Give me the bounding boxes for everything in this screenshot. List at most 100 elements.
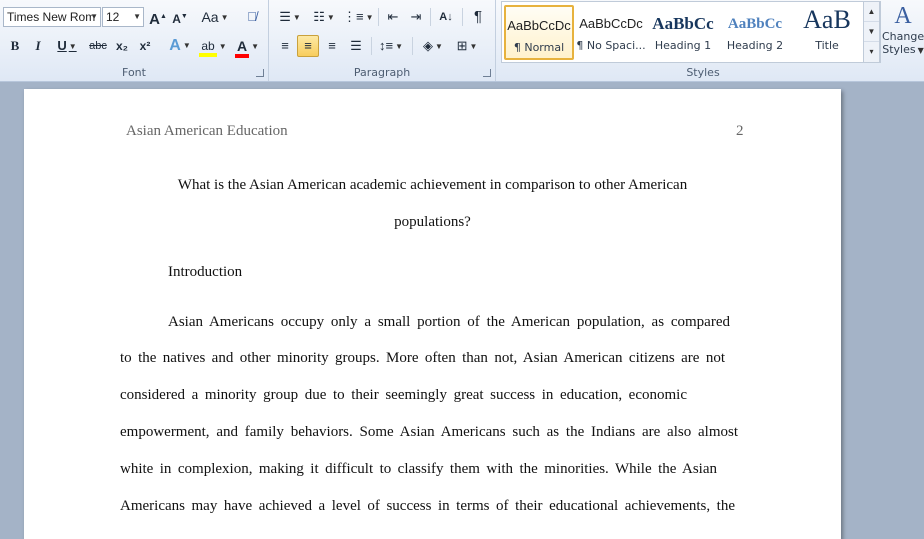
styles-gallery-scroll: ▲ ▼ ▾ [863, 1, 880, 63]
increase-indent-button[interactable]: ⇥ [406, 6, 426, 28]
document-page[interactable]: Asian American Education 2 What is the A… [24, 89, 841, 539]
align-center-icon: ≡ [304, 38, 312, 53]
multilevel-list-icon: ⋮≡ [343, 9, 364, 24]
styles-gallery: AaBbCcDc ¶ Normal AaBbCcDc ¶ No Spaci...… [501, 1, 881, 63]
grow-font-button[interactable]: A▲ [148, 6, 168, 28]
font-size-value: 12 [106, 10, 120, 24]
change-styles-button[interactable]: A Change Styles ▼ [882, 2, 924, 64]
strikethrough-button[interactable]: abc [87, 35, 109, 57]
style-normal[interactable]: AaBbCcDc ¶ Normal [504, 5, 574, 60]
style-sample: AaBbCcDc [579, 16, 643, 31]
change-case-button[interactable]: Aa ▼ [200, 6, 230, 28]
paragraph-line: Americans may have achieved a level of s… [120, 498, 735, 514]
style-sample: AaBbCc [652, 14, 714, 33]
bullets-button[interactable]: ☰ ▼ [275, 6, 305, 28]
superscript-button[interactable]: x² [135, 35, 155, 57]
text-effects-icon: A [169, 37, 181, 55]
underline-button[interactable]: U ▼ [52, 35, 82, 57]
separator [430, 8, 431, 26]
font-color-button[interactable]: A ▼ [232, 35, 262, 58]
align-right-icon: ≡ [328, 38, 336, 53]
strikethrough-label: abc [89, 40, 107, 52]
sort-icon: A↓ [439, 11, 453, 23]
change-styles-label-line1: Change [882, 30, 924, 43]
gallery-down-icon[interactable]: ▼ [864, 22, 879, 42]
chevron-down-icon: ▼ [251, 42, 260, 52]
gallery-more-icon[interactable]: ▾ [864, 42, 879, 62]
paint-bucket-icon: ◈ [423, 38, 434, 53]
change-styles-label-line2-wrap: Styles ▼ [882, 43, 924, 56]
shrink-font-label: A [172, 12, 181, 26]
style-heading-2[interactable]: AaBbCc Heading 2 [720, 5, 790, 60]
bold-label: B [10, 38, 20, 53]
justify-button[interactable]: ☰ [345, 35, 367, 57]
chevron-down-icon: ▼ [917, 45, 924, 55]
font-group: Times New Rom ▼ 12 ▼ A▲ A▼ Aa ▼ Ａ̸ B I U ▼… [0, 0, 269, 81]
clear-formatting-button[interactable]: Ａ̸ [241, 6, 263, 28]
dialog-launcher-icon[interactable] [256, 69, 264, 77]
decrease-indent-icon: ⇤ [387, 9, 399, 24]
line-spacing-icon: ↕≡ [378, 38, 394, 53]
style-name: Heading 1 [654, 39, 712, 52]
change-case-label: Aa [201, 9, 219, 25]
underline-label: U [57, 38, 67, 53]
paragraph-line: Asian Americans occupy only a small port… [168, 314, 730, 330]
paragraph-line: to the natives and other minority groups… [120, 350, 725, 366]
separator [378, 8, 379, 26]
chevron-down-icon: ▼ [68, 41, 77, 51]
style-sample: AaB [803, 5, 851, 34]
borders-button[interactable]: ⊞ ▼ [452, 35, 482, 57]
chevron-down-icon: ▼ [326, 12, 335, 22]
style-name: ¶ Normal [513, 41, 565, 54]
font-family-value: Times New Rom [7, 10, 96, 24]
chevron-down-icon: ▼ [292, 12, 301, 22]
clear-formatting-icon: Ａ̸ [247, 9, 257, 24]
decrease-indent-button[interactable]: ⇤ [383, 6, 403, 28]
shading-button[interactable]: ◈ ▼ [418, 35, 448, 57]
font-size-combo[interactable]: 12 ▼ [102, 7, 144, 27]
dialog-launcher-icon[interactable] [483, 69, 491, 77]
separator [412, 37, 413, 55]
chevron-down-icon: ▼ [182, 41, 191, 50]
align-right-button[interactable]: ≡ [321, 35, 343, 57]
highlight-button[interactable]: ab ▼ [198, 35, 228, 57]
increase-indent-icon: ⇥ [410, 9, 422, 24]
align-center-button[interactable]: ≡ [297, 35, 319, 57]
ribbon: Times New Rom ▼ 12 ▼ A▲ A▼ Aa ▼ Ａ̸ B I U ▼… [0, 0, 924, 82]
font-family-combo[interactable]: Times New Rom ▼ [3, 7, 101, 27]
paragraph-group: ☰ ▼ ☷ ▼ ⋮≡ ▼ ⇤ ⇥ A↓ ¶ ≡ ≡ ≡ ☰ ↕≡ ▼ ◈ ▼ ⊞… [269, 0, 496, 81]
align-left-button[interactable]: ≡ [274, 35, 296, 57]
chevron-down-icon[interactable]: ▼ [90, 8, 98, 26]
line-spacing-button[interactable]: ↕≡ ▼ [376, 35, 406, 57]
borders-icon: ⊞ [456, 38, 468, 53]
style-title[interactable]: AaB Title [792, 5, 862, 60]
shrink-font-button[interactable]: A▼ [170, 6, 190, 28]
sort-button[interactable]: A↓ [435, 6, 457, 28]
separator [371, 37, 372, 55]
superscript-label: x² [139, 39, 151, 53]
document-area[interactable]: Asian American Education 2 What is the A… [0, 82, 924, 539]
italic-label: I [35, 38, 41, 53]
document-title-line-2: populations? [394, 214, 471, 230]
pilcrow-icon: ¶ [473, 8, 483, 25]
styles-group-label: Styles [686, 66, 720, 79]
paragraph-group-label: Paragraph [353, 66, 411, 79]
text-effects-button[interactable]: A ▼ [166, 35, 194, 57]
bold-button[interactable]: B [5, 35, 25, 57]
style-name: Heading 2 [726, 39, 784, 52]
show-marks-button[interactable]: ¶ [468, 6, 488, 28]
document-title-line-1: What is the Asian American academic achi… [177, 177, 688, 193]
highlighter-icon: ab [199, 39, 217, 57]
bullets-icon: ☰ [279, 9, 291, 24]
subscript-button[interactable]: x₂ [112, 35, 132, 57]
style-no-spacing[interactable]: AaBbCcDc ¶ No Spaci... [576, 5, 646, 60]
chevron-down-icon[interactable]: ▼ [133, 8, 141, 26]
gallery-up-icon[interactable]: ▲ [864, 2, 879, 22]
multilevel-list-button[interactable]: ⋮≡ ▼ [343, 6, 374, 28]
style-heading-1[interactable]: AaBbCc Heading 1 [648, 5, 718, 60]
numbering-button[interactable]: ☷ ▼ [309, 6, 339, 28]
style-name: ¶ No Spaci... [576, 39, 646, 52]
chevron-down-icon: ▼ [220, 13, 229, 23]
italic-button[interactable]: I [28, 35, 48, 57]
chevron-down-icon: ▼ [365, 12, 374, 22]
